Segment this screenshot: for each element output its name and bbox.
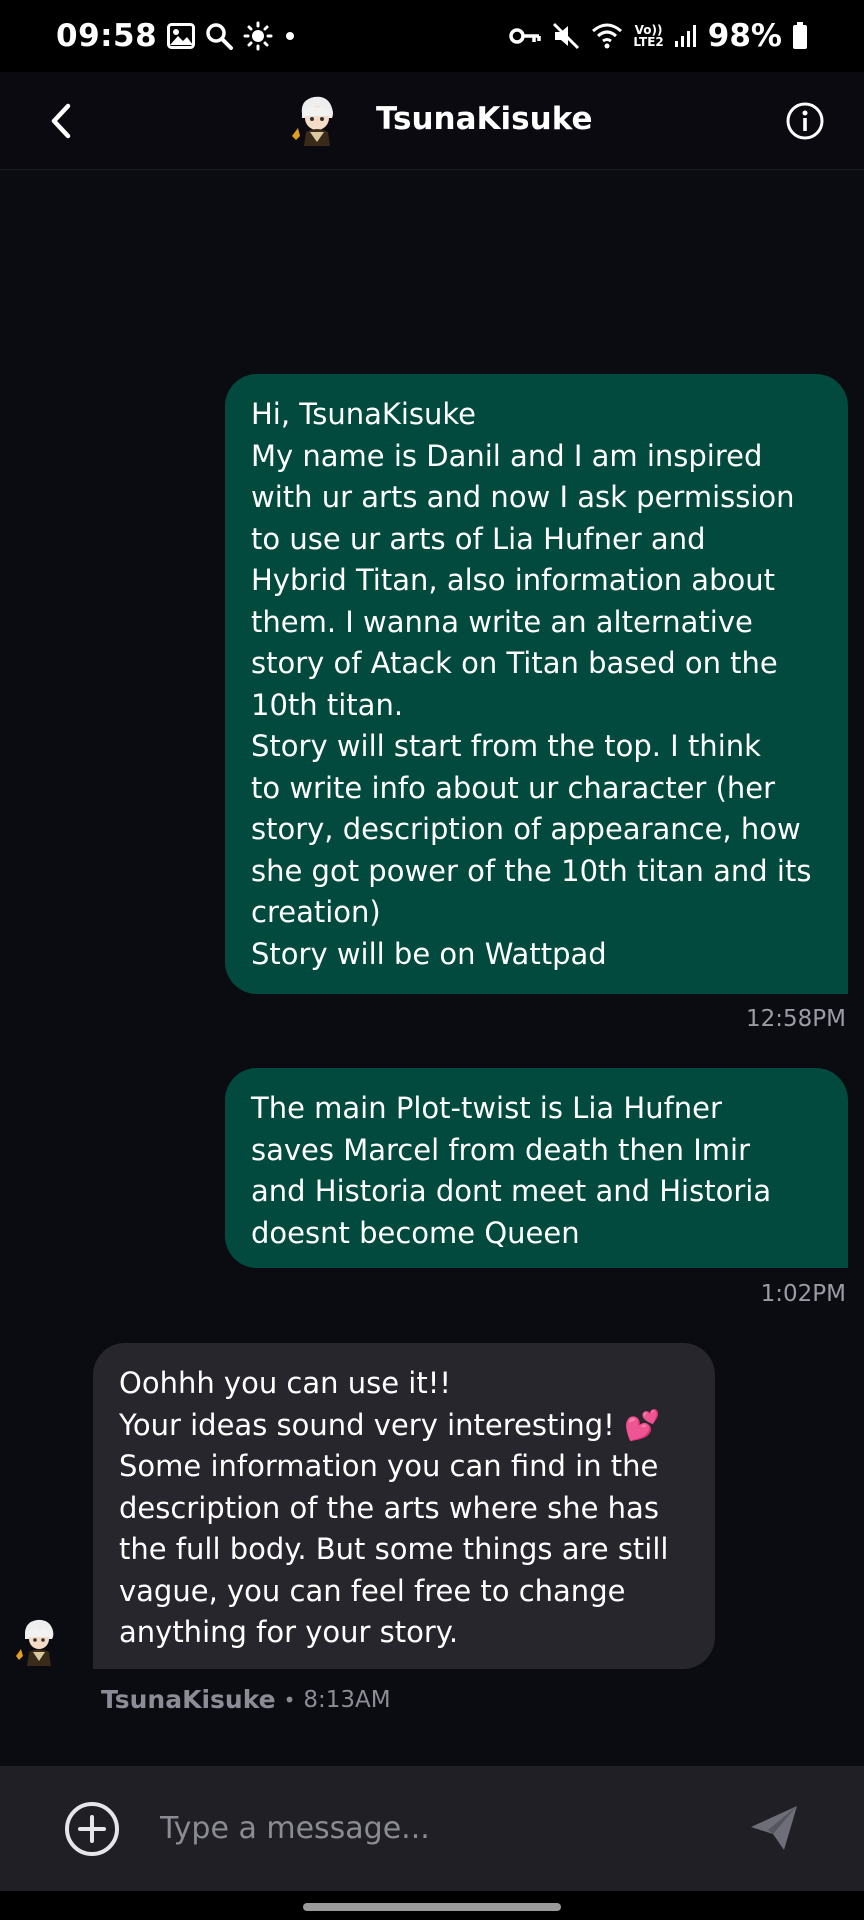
outgoing-message-bubble[interactable]: Hi, TsunaKisuke My name is Danil and I a…: [225, 374, 848, 994]
chevron-left-icon: [51, 103, 71, 139]
chat-title: TsunaKisuke: [376, 101, 593, 137]
search-icon: [205, 22, 234, 50]
add-attachment-button[interactable]: [64, 1801, 120, 1857]
navigation-bar: [0, 1891, 864, 1920]
signal-icon: [674, 23, 698, 49]
status-bar-right: Vo)) LTE2 98%: [509, 18, 808, 54]
brightness-icon: [243, 21, 273, 51]
send-icon: [751, 1806, 797, 1850]
status-bar: 09:58 Vo)) LTE2 98%: [0, 0, 864, 72]
wifi-icon: [591, 22, 623, 50]
dot-icon: [283, 29, 297, 43]
message-meta: TsunaKisuke • 8:13AM: [101, 1685, 391, 1714]
home-gesture-handle[interactable]: [303, 1903, 561, 1911]
plus-circle-icon: [65, 1802, 119, 1856]
vpn-key-icon: [509, 25, 542, 47]
mute-icon: [551, 21, 581, 51]
message-input[interactable]: [160, 1796, 720, 1860]
sender-avatar[interactable]: [15, 1616, 63, 1670]
chat-header: TsunaKisuke: [0, 72, 864, 170]
message-timestamp: 1:02PM: [760, 1281, 846, 1307]
message-timestamp: 8:13AM: [303, 1686, 391, 1713]
battery-icon: [792, 22, 808, 50]
info-icon: [786, 102, 824, 140]
meta-separator: •: [283, 1687, 296, 1712]
back-button[interactable]: [36, 96, 86, 146]
info-button[interactable]: [784, 100, 826, 142]
status-bar-left: 09:58: [56, 18, 297, 54]
message-list[interactable]: Hi, TsunaKisuke My name is Danil and I a…: [0, 171, 864, 1766]
outgoing-message-bubble[interactable]: The main Plot-twist is Lia Hufner saves …: [225, 1068, 848, 1268]
send-button[interactable]: [746, 1800, 802, 1856]
sender-name: TsunaKisuke: [101, 1685, 276, 1714]
gallery-icon: [167, 23, 196, 49]
avatar[interactable]: [288, 92, 346, 150]
message-composer: [0, 1766, 864, 1891]
incoming-message-bubble[interactable]: Oohhh you can use it!! Your ideas sound …: [93, 1343, 715, 1669]
message-timestamp: 12:58PM: [746, 1006, 846, 1032]
battery-percentage: 98%: [707, 18, 782, 54]
status-time: 09:58: [56, 18, 158, 54]
volte-indicator: Vo)) LTE2: [633, 23, 664, 49]
